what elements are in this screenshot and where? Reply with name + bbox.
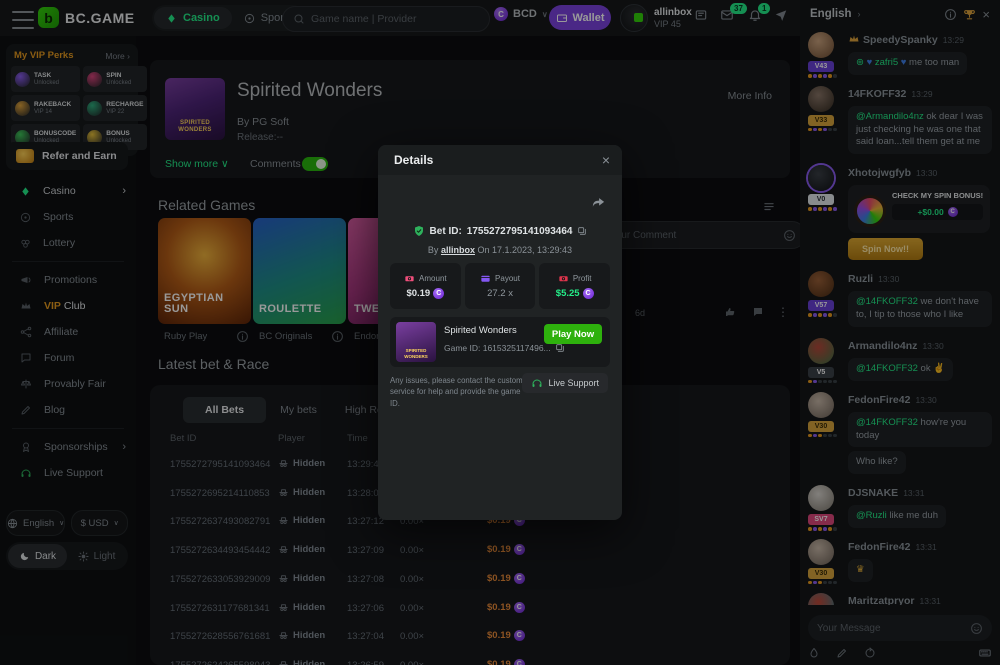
bet-id-label: Bet ID: [430, 226, 462, 237]
support-label: Live Support [548, 378, 599, 388]
stat-value: $5.25C [556, 288, 594, 299]
stat-label: Amount [404, 273, 447, 284]
card-icon [480, 273, 491, 284]
bet-details-modal: Details × Bet ID: 1755272795141093464 By… [378, 145, 622, 520]
game-id-text: Game ID: 1615325117496... [444, 343, 551, 353]
stat-profit: Profit $5.25C [539, 263, 610, 309]
bet-datetime: On 17.1.2023, 13:29:43 [477, 245, 572, 255]
stat-label-text: Payout [495, 274, 520, 283]
modal-game-name: Spirited Wonders [444, 325, 517, 336]
coin-icon: C [433, 288, 444, 299]
money-icon [558, 273, 569, 284]
coin-icon: C [583, 288, 594, 299]
stat-label-text: Amount [419, 274, 447, 283]
close-modal-icon[interactable]: × [602, 152, 610, 168]
copy-icon[interactable] [555, 343, 565, 353]
stat-value-text: $0.19 [406, 288, 430, 299]
modal-title: Details [394, 153, 433, 167]
thumb-caption: SPIRITED WONDERS [396, 348, 436, 359]
bcgame-app: b BC.GAME CasinoSports Game name | Provi… [0, 0, 1000, 665]
by-label: By [428, 245, 439, 255]
support-note: Any issues, please contact the customer … [390, 375, 532, 409]
stat-amount: Amount $0.19C [390, 263, 461, 309]
headset-icon [531, 377, 543, 389]
stat-label-text: Profit [573, 274, 592, 283]
stat-value: 27.2 x [487, 288, 513, 299]
money-icon [404, 273, 415, 284]
stat-payout: Payout 27.2 x [465, 263, 536, 309]
modal-game-thumbnail: SPIRITED WONDERS [396, 322, 436, 362]
author-link[interactable]: allinbox [441, 245, 475, 255]
bet-meta: By allinbox On 17.1.2023, 13:29:43 [378, 245, 622, 255]
bet-id-value: 1755272795141093464 [467, 226, 573, 237]
play-now-button[interactable]: Play Now [544, 324, 602, 344]
stat-value-text: 27.2 x [487, 288, 513, 299]
stat-value-text: $5.25 [556, 288, 580, 299]
verified-shield-icon [413, 225, 425, 237]
modal-game-id: Game ID: 1615325117496... [444, 343, 565, 353]
share-icon[interactable] [591, 195, 606, 210]
stat-label: Payout [480, 273, 520, 284]
copy-icon[interactable] [577, 226, 587, 236]
stat-value: $0.19C [406, 288, 444, 299]
live-support-button[interactable]: Live Support [522, 373, 608, 393]
modal-game-box: SPIRITED WONDERS Spirited Wonders Game I… [390, 317, 610, 367]
stat-label: Profit [558, 273, 592, 284]
